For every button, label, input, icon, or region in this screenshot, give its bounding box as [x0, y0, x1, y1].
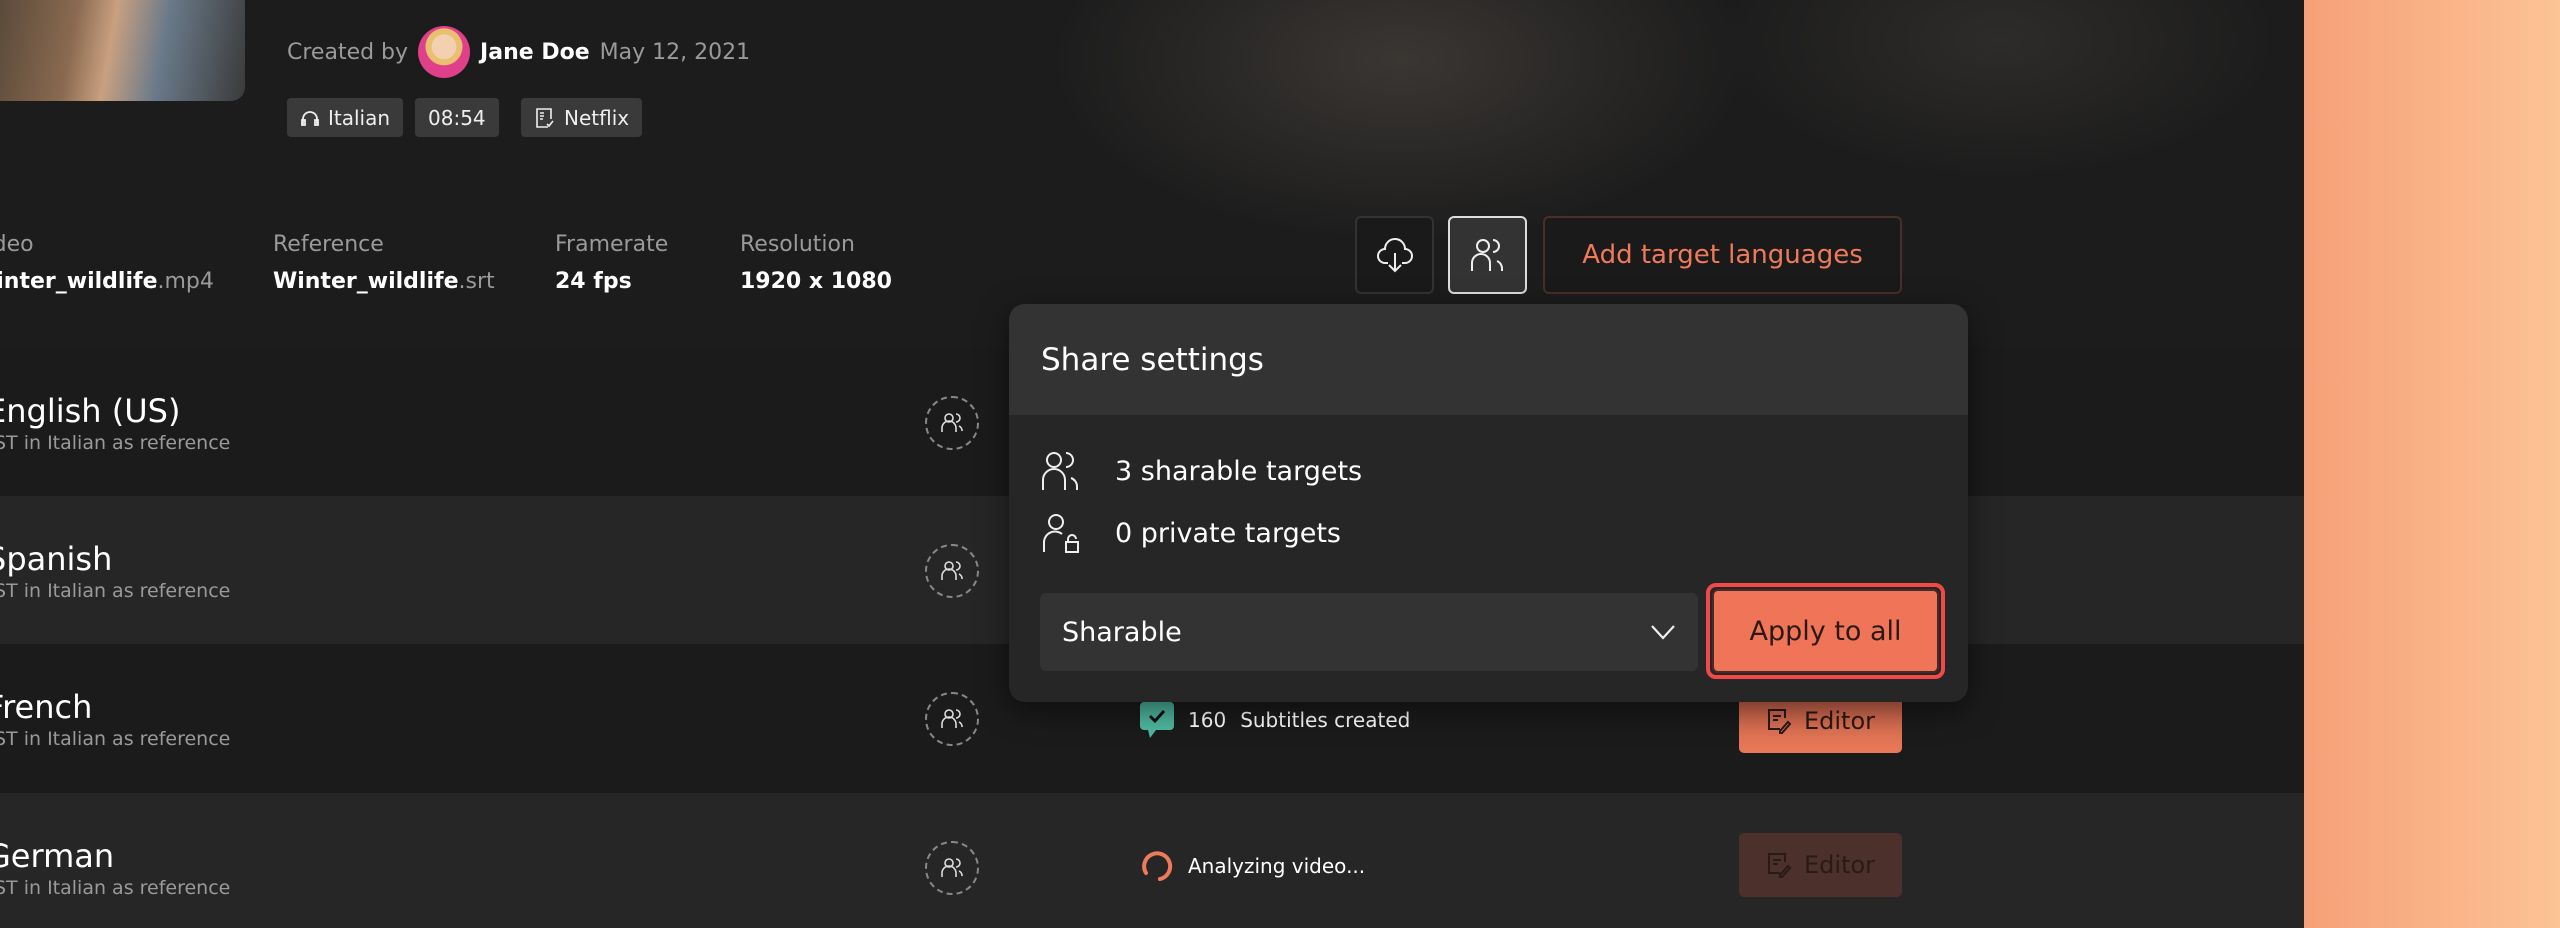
- info-resolution: Resolution 1920 x 1080: [740, 232, 892, 294]
- created-date: May 12, 2021: [599, 39, 751, 65]
- info-framerate: Framerate 24 fps: [555, 232, 669, 294]
- analysis-status: Analyzing video...: [1140, 849, 1365, 883]
- editor-icon: [1767, 853, 1792, 878]
- author-name: Jane Doe: [480, 39, 590, 65]
- share-settings-popover: Share settings 3 sharable targets 0 priv…: [1009, 304, 1968, 702]
- share-toggle[interactable]: [925, 544, 979, 598]
- download-button[interactable]: [1355, 216, 1434, 294]
- target-name: German: [0, 837, 115, 875]
- created-by-label: Created by: [287, 39, 409, 65]
- add-target-languages-button[interactable]: Add target languages: [1543, 216, 1902, 294]
- target-sub: ST in Italian as reference: [0, 877, 231, 899]
- headphones-icon: [301, 110, 319, 126]
- info-video: VideoWinter_wildlife.mp4: [0, 232, 214, 294]
- target-row-german[interactable]: German ST in Italian as reference Analyz…: [0, 793, 2304, 928]
- check-bubble-icon: [1140, 702, 1174, 738]
- users-icon: [1470, 239, 1503, 271]
- users-icon: [941, 561, 963, 580]
- share-settings-button[interactable]: [1448, 216, 1527, 294]
- sharable-count: 3 sharable targets: [1041, 450, 1362, 492]
- cloud-download-icon: [1376, 238, 1413, 273]
- popover-title: Share settings: [1009, 304, 1968, 415]
- chevron-down-icon: [1651, 625, 1675, 640]
- spinner-icon: [1142, 851, 1173, 881]
- editor-button-disabled[interactable]: Editor: [1739, 833, 1902, 897]
- guideline-tag: Netflix: [521, 98, 643, 137]
- target-sub: ST in Italian as reference: [0, 432, 231, 454]
- target-sub: ST in Italian as reference: [0, 580, 231, 602]
- language-tag: Italian: [287, 98, 404, 137]
- target-name: French: [0, 688, 93, 726]
- subtitle-status: 160 Subtitles created: [1140, 702, 1410, 738]
- video-thumbnail[interactable]: [0, 0, 245, 101]
- apply-to-all-button[interactable]: Apply to all: [1706, 583, 1945, 679]
- created-by: Created by Jane Doe May 12, 2021: [287, 26, 750, 78]
- users-icon: [941, 413, 963, 432]
- target-sub: ST in Italian as reference: [0, 728, 231, 750]
- duration-tag: 08:54: [415, 98, 499, 137]
- share-toggle[interactable]: [925, 692, 979, 746]
- guideline-icon: [536, 107, 554, 128]
- users-icon: [941, 709, 963, 728]
- side-gradient-panel: [2304, 0, 2560, 928]
- editor-icon: [1767, 709, 1792, 734]
- share-toggle[interactable]: [925, 841, 979, 895]
- user-lock-icon: [1043, 514, 1079, 553]
- target-name: English (US): [0, 392, 181, 430]
- avatar: [418, 26, 471, 78]
- share-toggle[interactable]: [925, 396, 979, 450]
- info-reference: Reference Winter_wildlife.srt: [273, 232, 495, 294]
- users-icon: [1042, 452, 1078, 490]
- users-icon: [941, 858, 963, 877]
- share-mode-select[interactable]: Sharable: [1040, 593, 1698, 671]
- private-count: 0 private targets: [1041, 512, 1341, 554]
- target-name: Spanish: [0, 540, 113, 578]
